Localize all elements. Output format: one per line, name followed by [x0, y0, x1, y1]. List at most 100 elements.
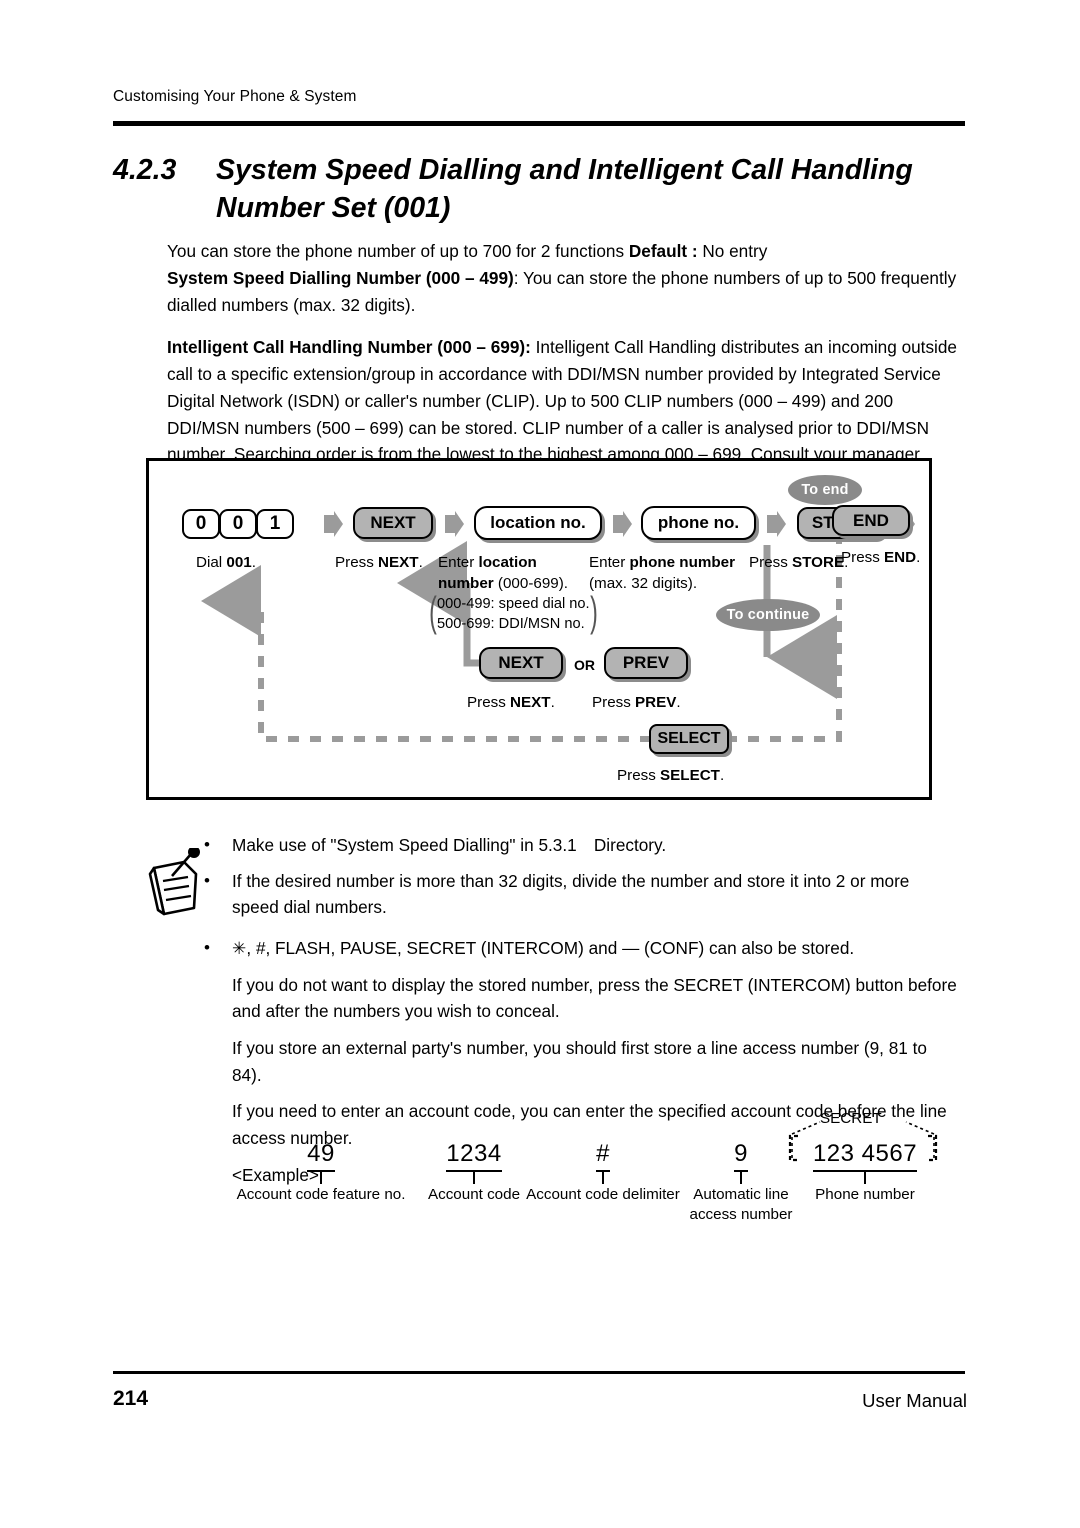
caption-end-bold: END [884, 549, 917, 566]
example-label-text: Account code delimiter [526, 1186, 680, 1203]
example-item-delimiter: # Account code delimiter [518, 1140, 688, 1205]
caption-press-end: Press END. [841, 549, 920, 566]
example-item-account-code: 1234 Account code [415, 1140, 533, 1205]
caption-next2-post: . [550, 694, 555, 711]
location-no-field[interactable]: location no. [474, 506, 602, 540]
caption-next2-bold: NEXT [510, 694, 551, 711]
bullet-marker: • [204, 870, 210, 890]
end-button[interactable]: END [832, 505, 910, 536]
caption-loc-post: (000-699). [493, 574, 568, 592]
note-paragraph-2: If you store an external party's number,… [232, 1037, 927, 1085]
section-title-line2: Number Set (001) [216, 191, 451, 224]
caption-select-pre: Press [617, 767, 661, 784]
manual-label: User Manual [862, 1390, 967, 1411]
digit-box-2: 1 [256, 509, 294, 539]
note-bullet-2: If the desired number is more than 32 di… [232, 870, 910, 918]
example-value: # [596, 1140, 610, 1172]
example-label-text: Account code [427, 1186, 521, 1203]
caption-press-select: Press SELECT. [617, 766, 724, 787]
note-paragraph-1: If you do not want to display the stored… [232, 974, 957, 1022]
caption-store-pre: Press [749, 554, 793, 571]
caption-next-bold: NEXT [378, 554, 419, 571]
page-number: 214 [113, 1387, 149, 1410]
intro-line1-a: You can store the phone number of up to … [167, 241, 629, 261]
note-bullet-3: ✳, #, FLASH, PAUSE, SECRET (INTERCOM) an… [232, 937, 855, 958]
caption-phone-bold: phone number [629, 554, 735, 571]
intro-paragraph-3: Intelligent Call Handling Number (000 – … [167, 334, 957, 468]
intro-line1-c: No entry [697, 241, 768, 261]
note-line-1: 000-499: speed dial no. [437, 596, 590, 612]
caption-next2-pre: Press [467, 694, 511, 711]
caption-loc-bold2: number [438, 574, 494, 592]
ich-heading: Intelligent Call Handling Number (000 – … [167, 337, 531, 358]
bullet-marker: • [204, 937, 210, 957]
footer-divider [113, 1371, 965, 1374]
select-button[interactable]: SELECT [649, 724, 729, 754]
intro-line-1: You can store the phone number of up to … [167, 238, 957, 265]
flow-diagram: 0 0 1 NEXT location no. phone no. STORE … [146, 458, 932, 800]
phone-no-field[interactable]: phone no. [641, 506, 756, 540]
example-label-text: Phone number [815, 1186, 915, 1203]
caption-loc-pre: Enter [438, 554, 479, 571]
list-item: • ✳, #, FLASH, PAUSE, SECRET (INTERCOM) … [204, 935, 959, 962]
list-item: • If the desired number is more than 32 … [204, 868, 959, 921]
or-separator: OR [574, 657, 595, 673]
to-end-label: To end [788, 475, 862, 505]
digit-box-0: 0 [182, 509, 220, 539]
intro-text: You can store the phone number of up to … [167, 238, 957, 468]
caption-end-post: . [916, 549, 921, 566]
example-tick [740, 1172, 742, 1184]
speed-dial-heading: System Speed Dialling Number (000 – 499) [167, 267, 514, 288]
caption-enter-phone: Enter phone number (max. 32 digits). [589, 553, 749, 594]
section-title-line1: System Speed Dialling and Intelligent Ca… [216, 154, 913, 186]
paren-left: ( [429, 588, 437, 635]
caption-prev-bold: PREV [635, 694, 677, 711]
note-pencil-icon [148, 848, 200, 916]
example-diagram: 49 Account code feature no. 1234 Account… [230, 1110, 938, 1238]
caption-press-prev: Press PREV. [592, 693, 681, 714]
example-value: 49 [307, 1140, 335, 1172]
example-value: 1234 [446, 1140, 502, 1172]
caption-enter-location: Enter location number (000-699). [438, 553, 578, 594]
caption-press-next-loop: Press NEXT. [467, 693, 555, 714]
to-continue-label: To continue [716, 599, 820, 631]
caption-next-pre: Press [335, 554, 379, 571]
note-bullet-1: Make use of "System Speed Dialling" in 5… [232, 835, 667, 855]
prev-button[interactable]: PREV [604, 647, 688, 679]
example-label-text: Automatic line access number [689, 1186, 793, 1223]
example-value: 9 [734, 1140, 748, 1172]
caption-phone-post: (max. 32 digits). [589, 574, 698, 592]
caption-store-bold: STORE [792, 554, 845, 571]
caption-prev-post: . [676, 694, 681, 711]
intro-paragraph-2: System Speed Dialling Number (000 – 499)… [167, 265, 957, 319]
caption-select-bold: SELECT [660, 767, 720, 784]
page-title: 4.2.3 System Speed Dialling and Intellige… [113, 152, 973, 228]
next-button-loop[interactable]: NEXT [479, 647, 563, 679]
breadcrumb: Customising Your Phone & System [113, 88, 357, 105]
caption-next-post: . [418, 554, 423, 571]
digit-box-1: 0 [219, 509, 257, 539]
caption-phone-pre: Enter [589, 554, 630, 571]
caption-press-next: Press NEXT. [335, 553, 423, 574]
list-item: • Make use of "System Speed Dialling" in… [204, 832, 959, 859]
caption-prev-pre: Press [592, 694, 636, 711]
example-tick [320, 1172, 322, 1184]
example-label-text: Account code feature no. [236, 1186, 406, 1203]
paren-right: ) [589, 588, 598, 635]
section-number: 4.2.3 [113, 154, 177, 186]
note-line-2: 500-699: DDI/MSN no. [437, 615, 585, 632]
default-label: Default : [628, 241, 698, 261]
bullet-marker: • [204, 835, 210, 854]
next-button[interactable]: NEXT [353, 507, 433, 539]
example-tick [602, 1172, 604, 1184]
caption-dial: Dial 001. [196, 553, 256, 574]
example-item-account-feature: 49 Account code feature no. [230, 1140, 412, 1205]
caption-press-store: Press STORE. [749, 553, 848, 574]
caption-select-post: . [719, 767, 725, 784]
header-divider [113, 121, 965, 126]
caption-end-pre: Press [841, 549, 885, 566]
example-tick [473, 1172, 475, 1184]
caption-dial-bold: 001 [226, 554, 252, 571]
location-range-note: ( 000-499: speed dial no. 500-699: DDI/M… [429, 591, 597, 634]
